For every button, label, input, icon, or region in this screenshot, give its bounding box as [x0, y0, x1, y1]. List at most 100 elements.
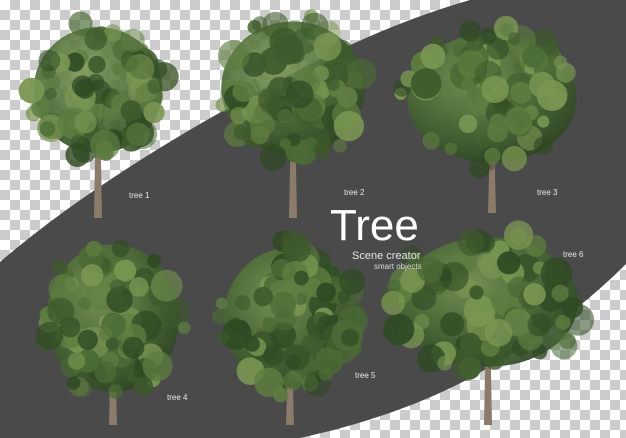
leaf-cluster	[67, 376, 81, 390]
leaf-cluster	[250, 125, 270, 145]
leaf-cluster	[259, 144, 287, 172]
leaf-cluster	[381, 290, 406, 315]
leaf-cluster	[504, 106, 533, 135]
leaf-cluster	[523, 283, 546, 306]
leaf-cluster	[147, 79, 163, 95]
leaf-cluster	[39, 121, 56, 137]
leaf-cluster	[111, 239, 130, 258]
leaf-cluster	[546, 89, 566, 109]
leaf-cluster	[484, 147, 501, 165]
leaf-cluster	[341, 328, 359, 347]
tree-4-label: tree 4	[167, 393, 188, 402]
leaf-cluster	[294, 270, 309, 286]
leaf-cluster	[277, 108, 293, 124]
tree-2-label: tree 2	[344, 188, 365, 197]
leaf-cluster	[497, 251, 521, 275]
title-text: Tree	[330, 201, 419, 250]
leaf-cluster	[87, 73, 105, 91]
subtitle-text: Scene creator	[352, 250, 421, 262]
leaf-cluster	[272, 387, 289, 403]
leaf-cluster	[129, 277, 149, 297]
leaf-cluster	[439, 261, 469, 292]
leaf-cluster	[258, 88, 282, 112]
leaf-cluster	[244, 336, 260, 352]
leaf-cluster	[503, 220, 534, 250]
leaf-cluster	[99, 326, 113, 341]
leaf-cluster	[451, 352, 481, 382]
leaf-cluster	[262, 11, 289, 39]
tree-1-label: tree 1	[129, 191, 150, 200]
leaf-cluster	[230, 106, 248, 124]
leaf-cluster	[273, 34, 304, 65]
scene-illustration	[0, 0, 626, 438]
leaf-cluster	[178, 321, 191, 335]
subtitle-small-text: smart objects	[374, 262, 422, 271]
leaf-cluster	[469, 285, 484, 300]
leaf-cluster	[90, 130, 120, 160]
leaf-cluster	[318, 366, 334, 381]
leaf-cluster	[269, 291, 297, 319]
leaf-cluster	[85, 240, 102, 257]
leaf-cluster	[459, 332, 481, 355]
leaf-cluster	[94, 361, 117, 384]
leaf-cluster	[510, 81, 532, 104]
leaf-cluster	[44, 87, 57, 100]
leaf-cluster	[555, 62, 576, 83]
leaf-cluster	[313, 141, 331, 159]
leaf-cluster	[458, 114, 478, 134]
leaf-cluster	[540, 257, 573, 290]
leaf-cluster	[337, 290, 351, 304]
leaf-cluster	[235, 295, 251, 311]
leaf-cluster	[383, 313, 415, 346]
leaf-cluster	[326, 77, 340, 91]
leaf-cluster	[440, 312, 465, 337]
leaf-cluster	[236, 320, 249, 333]
leaf-cluster	[527, 312, 552, 337]
leaf-cluster	[508, 32, 521, 46]
leaf-cluster	[84, 27, 108, 51]
leaf-cluster	[420, 43, 446, 69]
leaf-cluster	[481, 75, 509, 104]
tree-6-label: tree 6	[563, 250, 584, 259]
leaf-cluster	[422, 132, 440, 150]
leaf-cluster	[282, 234, 312, 263]
leaf-cluster	[489, 113, 507, 132]
leaf-cluster	[444, 142, 457, 155]
leaf-cluster	[441, 86, 456, 101]
leaf-cluster	[74, 111, 97, 134]
leaf-cluster	[67, 352, 86, 370]
leaf-cluster	[147, 254, 162, 269]
leaf-cluster	[143, 101, 165, 123]
leaf-cluster	[122, 336, 145, 359]
leaf-cluster	[120, 100, 142, 121]
leaf-cluster	[215, 297, 228, 310]
leaf-cluster	[18, 77, 45, 104]
leaf-cluster	[108, 384, 123, 399]
scene-canvas: tree 1 tree 2 tree 3 tree 4 tree 5 tree …	[0, 0, 626, 438]
leaf-cluster	[88, 55, 106, 74]
leaf-cluster	[216, 330, 230, 344]
leaf-cluster	[333, 139, 347, 153]
tree-3-label: tree 3	[537, 188, 558, 197]
leaf-cluster	[38, 49, 61, 72]
leaf-cluster	[261, 317, 277, 333]
leaf-cluster	[387, 279, 401, 293]
leaf-cluster	[559, 332, 576, 350]
leaf-cluster	[263, 344, 284, 366]
leaf-cluster	[114, 259, 137, 282]
leaf-cluster	[316, 282, 336, 303]
leaf-cluster	[112, 63, 125, 76]
leaf-cluster	[410, 68, 442, 99]
leaf-cluster	[47, 297, 75, 325]
leaf-cluster	[501, 146, 527, 172]
leaf-cluster	[283, 371, 303, 391]
leaf-cluster	[457, 229, 485, 256]
leaf-cluster	[253, 286, 273, 307]
leaf-cluster	[522, 45, 545, 68]
leaf-cluster	[459, 20, 481, 42]
leaf-cluster	[77, 329, 98, 350]
leaf-cluster	[313, 32, 342, 61]
leaf-cluster	[52, 259, 68, 276]
leaf-cluster	[486, 37, 509, 60]
leaf-cluster	[285, 80, 314, 109]
